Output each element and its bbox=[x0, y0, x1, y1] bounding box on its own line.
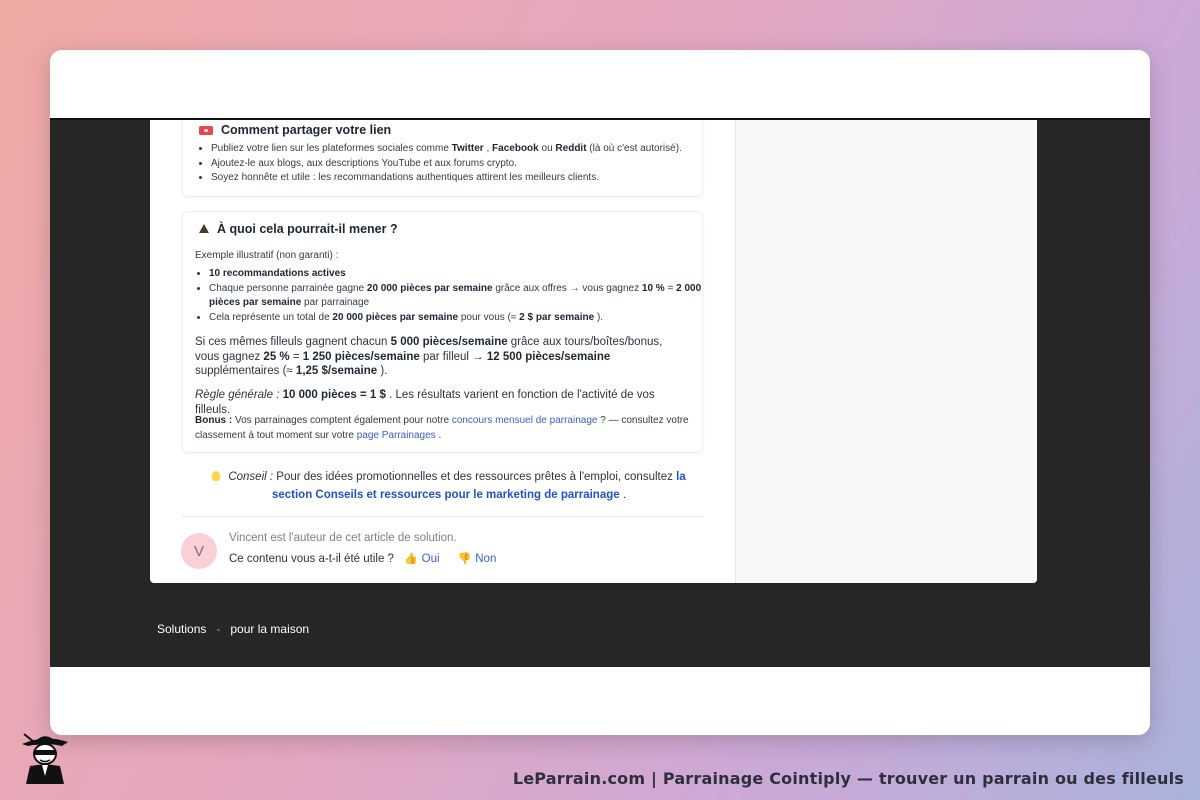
list-item: Ajoutez-le aux blogs, aux descriptions Y… bbox=[211, 157, 711, 172]
yes-button[interactable]: 👍 Oui bbox=[403, 552, 440, 566]
caption: LeParrain.com | Parrainage Cointiply — t… bbox=[512, 769, 1184, 788]
no-button[interactable]: 👎 Non bbox=[457, 552, 497, 566]
tip-callout: Conseil : Pour des idées promotionnelles… bbox=[194, 468, 704, 504]
avatar: V bbox=[181, 533, 217, 569]
feedback-row: Ce contenu vous a-t-il été utile ? 👍 Oui … bbox=[229, 552, 497, 566]
spy-logo bbox=[22, 733, 68, 784]
no-label: Non bbox=[475, 552, 497, 565]
tip-text: Conseil : Pour des idées promotionnelles… bbox=[194, 468, 704, 504]
bottom-bar bbox=[50, 667, 1150, 735]
share-tips-list: Publiez votre lien sur les plateformes s… bbox=[197, 142, 711, 186]
bonus-contest-paragraph: Bonus : Vos parrainages comptent égaleme… bbox=[195, 415, 689, 441]
result-card: À quoi cela pourrait-il mener ? Exemple … bbox=[182, 211, 703, 453]
thumbs-down-icon: 👎 bbox=[457, 553, 472, 565]
contest-link[interactable]: concours mensuel de parrainage bbox=[452, 415, 598, 426]
lightbulb-icon bbox=[212, 471, 221, 481]
example-intro: Exemple illustratif (non garanti) : bbox=[195, 250, 339, 261]
browser-window: Comment partager votre lien Publiez votr… bbox=[50, 50, 1150, 735]
yes-label: Oui bbox=[421, 552, 440, 565]
share-link-card: Comment partager votre lien Publiez votr… bbox=[182, 120, 703, 197]
article-column: Comment partager votre lien Publiez votr… bbox=[150, 120, 735, 583]
example-list: 10 recommandations actives Chaque person… bbox=[195, 267, 709, 325]
site-background: Comment partager votre lien Publiez votr… bbox=[50, 118, 1150, 669]
breadcrumb-separator: - bbox=[216, 622, 221, 636]
thumbs-up-icon: 👍 bbox=[403, 553, 418, 565]
breadcrumb-solutions[interactable]: Solutions bbox=[157, 622, 206, 636]
bonus-earnings-paragraph: Si ces mêmes filleuls gagnent chacun 5 0… bbox=[195, 336, 663, 377]
solution-page: Comment partager votre lien Publiez votr… bbox=[150, 120, 1037, 583]
breadcrumb-home[interactable]: pour la maison bbox=[230, 622, 309, 636]
list-item: 10 recommandations actives bbox=[209, 267, 709, 282]
hat-icon bbox=[199, 223, 209, 233]
result-card-title: À quoi cela pourrait-il mener ? bbox=[199, 222, 398, 236]
list-item: Cela représente un total de 20 000 pièce… bbox=[209, 311, 709, 326]
share-card-title: Comment partager votre lien bbox=[199, 123, 391, 137]
divider bbox=[182, 516, 703, 517]
list-item: Publiez votre lien sur les plateformes s… bbox=[211, 142, 711, 157]
author-note: Vincent est l'auteur de cet article de s… bbox=[229, 532, 457, 544]
list-item: Soyez honnête et utile : les recommandat… bbox=[211, 171, 711, 186]
breadcrumb: Solutions - pour la maison bbox=[157, 622, 309, 636]
result-card-heading: À quoi cela pourrait-il mener ? bbox=[217, 222, 398, 236]
top-bar bbox=[50, 50, 1150, 118]
feedback-question: Ce contenu vous a-t-il été utile ? bbox=[229, 552, 394, 565]
ticket-icon bbox=[199, 125, 213, 135]
share-card-heading: Comment partager votre lien bbox=[221, 123, 392, 137]
sidebar bbox=[735, 120, 1037, 583]
general-rule-paragraph: Règle générale : 10 000 pièces = 1 $ . L… bbox=[195, 389, 655, 416]
list-item: Chaque personne parrainée gagne 20 000 p… bbox=[209, 282, 709, 311]
referrals-page-link[interactable]: page Parrainages bbox=[357, 430, 436, 441]
